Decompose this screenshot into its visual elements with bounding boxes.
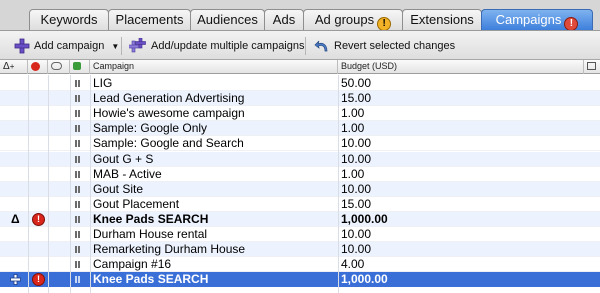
paused-icon[interactable] xyxy=(75,261,81,269)
campaign-name: Sample: Google and Search xyxy=(93,136,244,151)
table-header: Δ+ Campaign Budget (USD) xyxy=(0,60,600,74)
campaign-name: Sample: Google Only xyxy=(93,121,208,136)
error-column-header[interactable] xyxy=(28,60,48,74)
paused-icon[interactable] xyxy=(75,140,81,148)
error-icon[interactable]: ! xyxy=(32,273,45,287)
error-icon xyxy=(31,62,40,71)
campaign-budget[interactable]: 15.00 xyxy=(341,91,371,106)
column-divider xyxy=(48,75,49,293)
paused-icon[interactable] xyxy=(75,155,81,163)
campaign-name: MAB - Active xyxy=(93,166,162,181)
campaign-budget[interactable]: 1.00 xyxy=(341,121,364,136)
paused-icon[interactable] xyxy=(75,276,81,284)
tab-ads[interactable]: Ads xyxy=(264,9,304,30)
revert-button[interactable]: Revert selected changes xyxy=(314,37,455,55)
campaign-name: Howie's awesome campaign xyxy=(93,106,245,121)
campaign-budget[interactable]: 4.00 xyxy=(341,257,364,272)
tab-keywords[interactable]: Keywords xyxy=(29,9,109,30)
tab-audiences[interactable]: Audiences xyxy=(190,9,265,30)
tab-extensions[interactable]: Extensions xyxy=(402,9,482,30)
add-icon xyxy=(14,38,30,54)
campaign-name: Lead Generation Advertising xyxy=(93,91,245,106)
campaign-budget[interactable]: 1,000.00 xyxy=(341,272,388,287)
campaign-name: Gout Site xyxy=(93,181,144,196)
paused-icon[interactable] xyxy=(75,110,81,118)
campaign-budget[interactable]: 10.00 xyxy=(341,136,371,151)
campaign-budget[interactable]: 1.00 xyxy=(341,167,364,182)
campaign-name: Knee Pads SEARCH xyxy=(93,211,209,226)
tab-label: Audiences xyxy=(197,12,258,27)
tab-label: Placements xyxy=(115,12,184,27)
status-column-header[interactable]: Δ+ xyxy=(0,60,28,74)
paused-icon[interactable] xyxy=(75,170,81,178)
add-multiple-icon xyxy=(129,38,146,53)
tab-placements[interactable]: Placements xyxy=(108,9,191,30)
tab-bar: Keywords Placements Audiences Ads Ad gro… xyxy=(0,0,600,31)
paused-icon[interactable] xyxy=(75,185,81,193)
modified-icon: Δ xyxy=(11,211,20,226)
tab-label: Ads xyxy=(272,12,296,27)
campaign-budget[interactable]: 10.00 xyxy=(341,242,371,257)
add-campaign-label: Add campaign xyxy=(34,40,105,52)
campaign-budget[interactable]: 15.00 xyxy=(341,197,371,212)
revert-icon xyxy=(314,40,328,52)
column-divider xyxy=(90,75,91,293)
warning-icon: ! xyxy=(377,17,392,31)
tab-campaigns[interactable]: Campaigns! xyxy=(481,9,593,31)
campaigns-table: Δ+ Campaign Budget (USD) LIG 50.00 Lead Ge… xyxy=(0,60,600,293)
tab-label: Extensions xyxy=(410,12,474,27)
campaign-name: Gout Placement xyxy=(93,196,180,211)
status-icon-column-header[interactable] xyxy=(70,60,90,74)
paused-icon[interactable] xyxy=(75,215,81,223)
campaign-name: Gout G + S xyxy=(93,151,154,166)
tab-label: Campaigns xyxy=(495,12,562,27)
add-update-multiple-label: Add/update multiple campaigns xyxy=(151,40,305,52)
paused-icon[interactable] xyxy=(75,80,81,87)
toolbar-divider xyxy=(121,37,122,55)
campaign-budget[interactable]: 50.00 xyxy=(341,76,371,91)
error-icon: ! xyxy=(564,17,579,31)
column-divider xyxy=(28,75,29,293)
campaign-name: Remarketing Durham House xyxy=(93,242,246,257)
campaign-name: Knee Pads SEARCH xyxy=(93,272,209,287)
error-icon[interactable]: ! xyxy=(32,212,45,226)
campaign-budget[interactable]: 10.00 xyxy=(341,227,371,242)
column-divider xyxy=(338,75,339,293)
paused-icon[interactable] xyxy=(75,125,81,133)
comment-column-header[interactable] xyxy=(48,60,70,74)
status-icon xyxy=(73,62,81,70)
paused-icon[interactable] xyxy=(75,231,81,238)
revert-label: Revert selected changes xyxy=(334,40,456,52)
paused-icon[interactable] xyxy=(75,95,81,103)
column-chooser-icon[interactable] xyxy=(584,60,600,74)
campaign-column-header[interactable]: Campaign xyxy=(90,60,338,74)
paused-icon[interactable] xyxy=(75,246,81,254)
delta-icon: Δ xyxy=(3,61,10,72)
campaign-budget[interactable]: 1,000.00 xyxy=(341,212,388,227)
campaign-name: Campaign #16 xyxy=(93,257,172,272)
campaign-budget[interactable]: 1.00 xyxy=(341,106,364,121)
toolbar-divider xyxy=(305,37,306,55)
tab-ad-groups[interactable]: Ad groups! xyxy=(303,9,403,31)
campaign-name: Durham House rental xyxy=(93,227,208,241)
budget-column-header[interactable]: Budget (USD) xyxy=(338,60,584,74)
paused-icon[interactable] xyxy=(75,200,81,208)
new-item-icon xyxy=(10,274,21,286)
campaign-budget[interactable]: 10.00 xyxy=(341,152,371,167)
comment-icon xyxy=(51,62,62,70)
tab-label: Ad groups xyxy=(314,12,375,27)
chevron-down-icon[interactable]: ▼ xyxy=(111,42,119,51)
plus-small-icon: + xyxy=(9,62,15,71)
campaign-name: LIG xyxy=(93,76,113,90)
campaign-budget[interactable]: 10.00 xyxy=(341,182,371,197)
toolbar: Add campaign ▼ Add/update multiple campa… xyxy=(0,30,600,60)
add-campaign-button[interactable]: Add campaign ▼ xyxy=(14,37,119,55)
column-divider xyxy=(70,75,71,293)
tab-label: Keywords xyxy=(40,12,98,27)
add-update-multiple-button[interactable]: Add/update multiple campaigns xyxy=(129,37,304,55)
